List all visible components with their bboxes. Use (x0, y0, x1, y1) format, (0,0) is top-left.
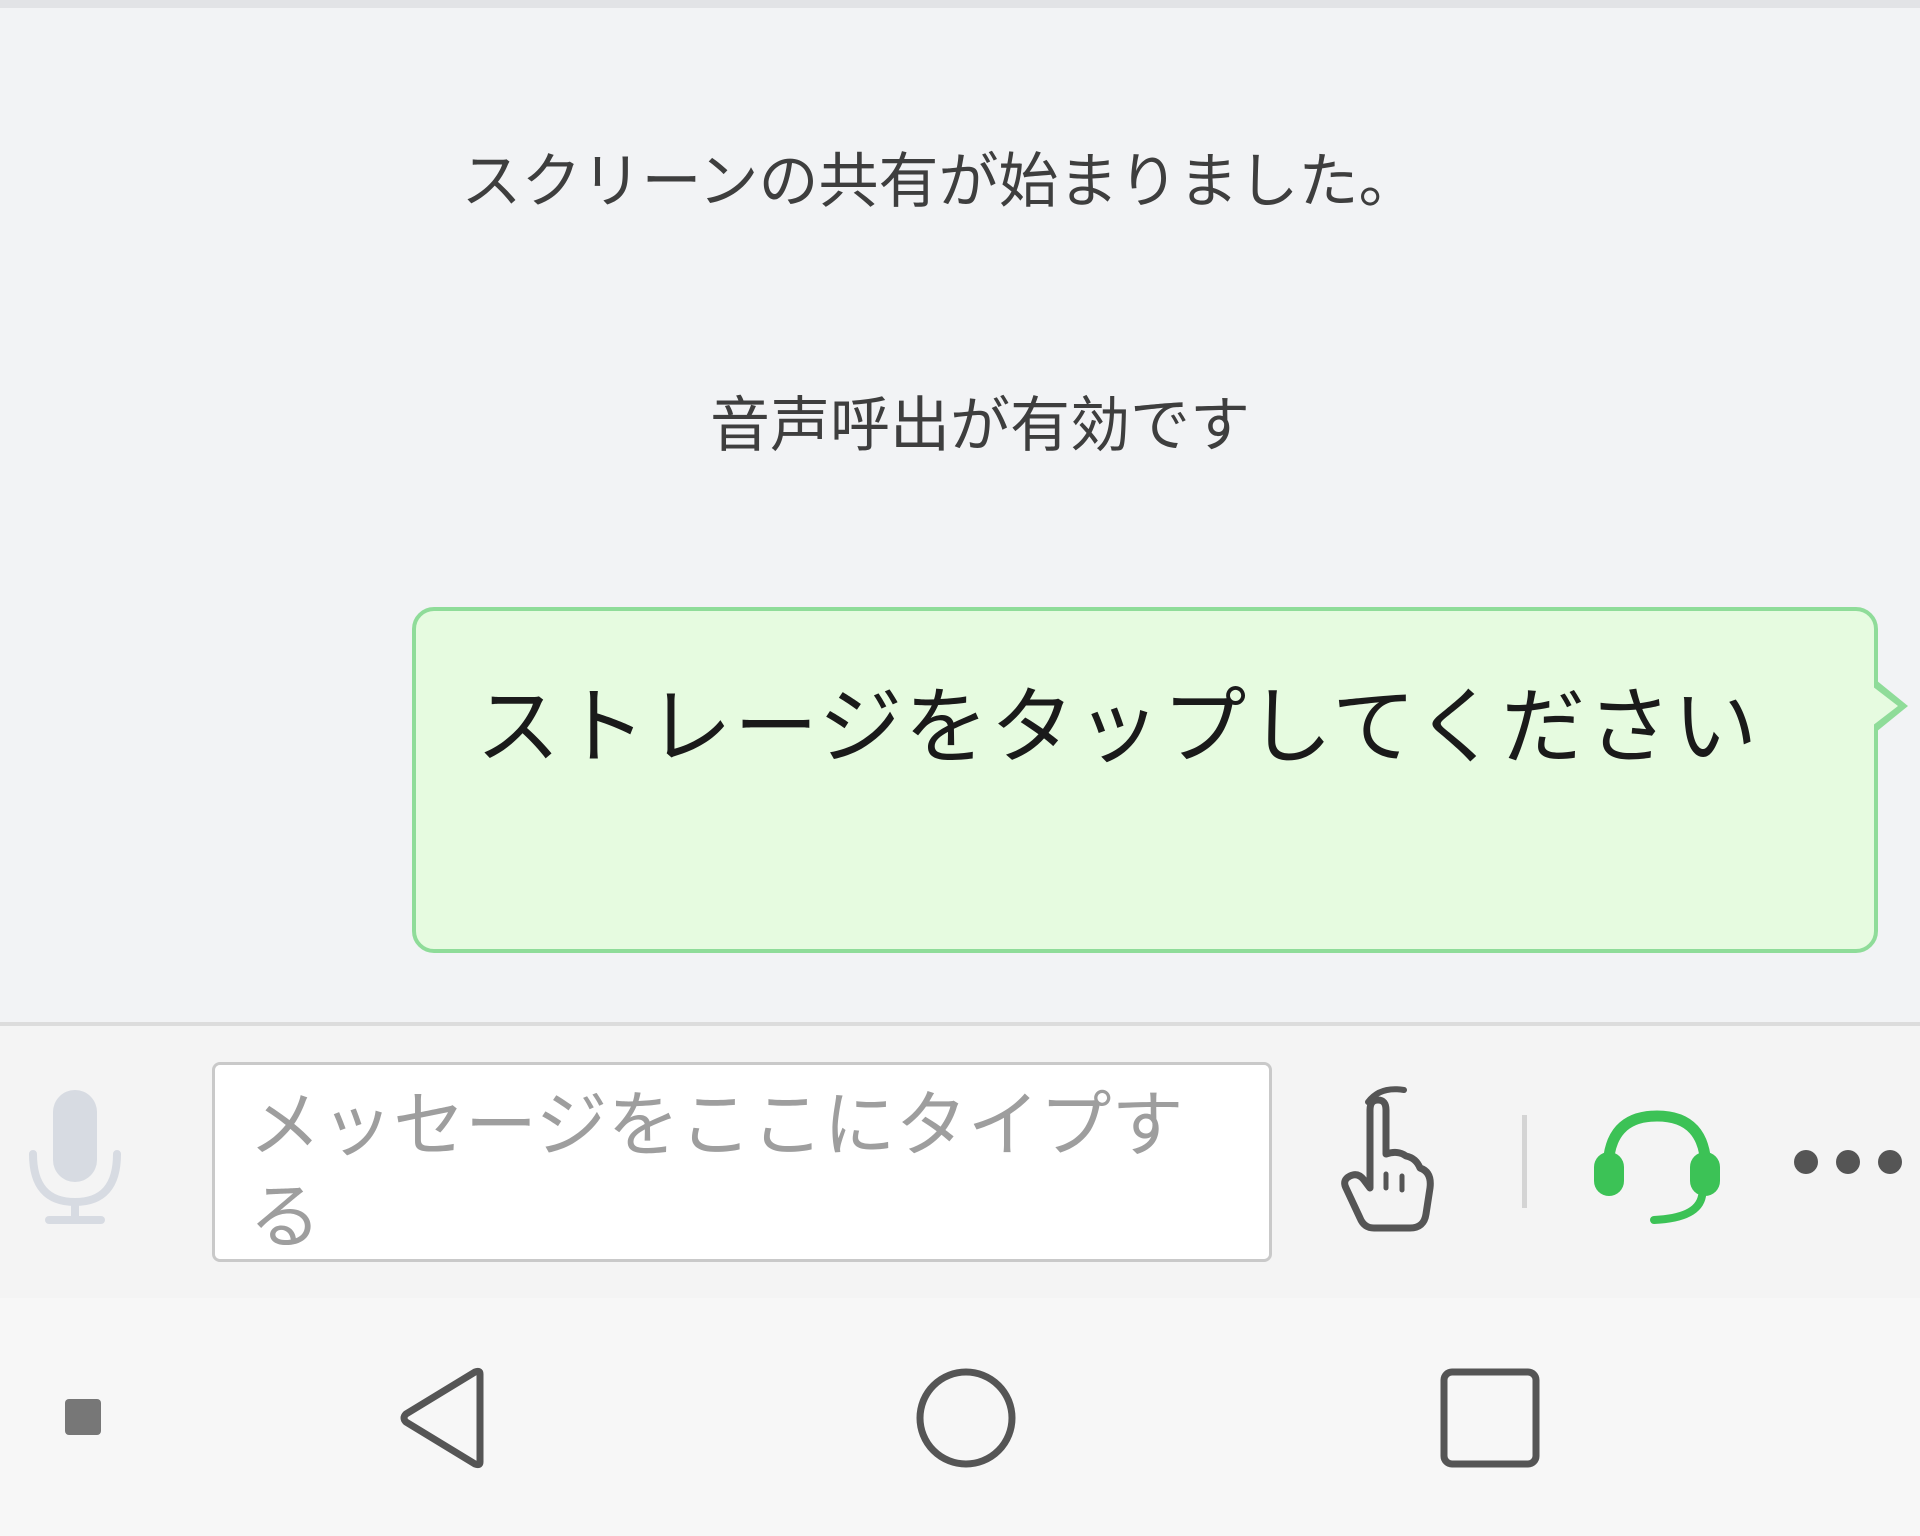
microphone-button[interactable] (28, 1090, 122, 1230)
back-triangle-icon (400, 1367, 484, 1469)
microphone-icon (29, 1090, 121, 1224)
nav-back-button[interactable] (396, 1366, 490, 1470)
message-input[interactable] (212, 1062, 1272, 1262)
home-circle-icon (916, 1368, 1016, 1468)
system-message-voice-call: 音声呼出が有効です (710, 391, 1250, 461)
nav-recent-apps-button[interactable] (1438, 1366, 1542, 1470)
chat-bubble-text: ストレージをタップしてください (476, 678, 1760, 776)
chat-bubble-tail-fill (1872, 686, 1898, 726)
nav-indicator (64, 1398, 102, 1436)
toolbar-divider (1522, 1115, 1527, 1208)
remote-pointer-button[interactable] (1340, 1084, 1440, 1234)
status-strip (0, 0, 1920, 8)
headset-icon (1594, 1110, 1720, 1224)
voice-call-button[interactable] (1590, 1100, 1724, 1230)
pointing-hand-icon (1341, 1086, 1434, 1232)
square-dot-icon (65, 1399, 101, 1435)
system-message-screen-share: スクリーンの共有が始まりました。 (461, 147, 1419, 217)
more-options-button[interactable] (1792, 1140, 1904, 1184)
more-dots-icon (1794, 1150, 1902, 1174)
chat-bubble-outgoing: ストレージをタップしてください (412, 607, 1878, 953)
nav-home-button[interactable] (914, 1366, 1018, 1470)
recent-apps-square-icon (1440, 1368, 1540, 1468)
